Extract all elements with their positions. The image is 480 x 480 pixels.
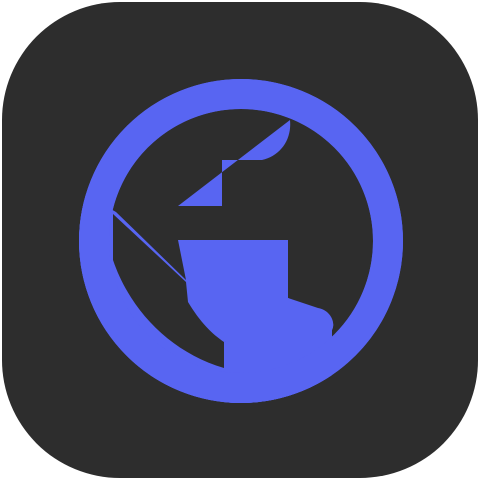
app-icon-button[interactable]	[2, 2, 478, 478]
app-icon-canvas	[0, 0, 480, 480]
